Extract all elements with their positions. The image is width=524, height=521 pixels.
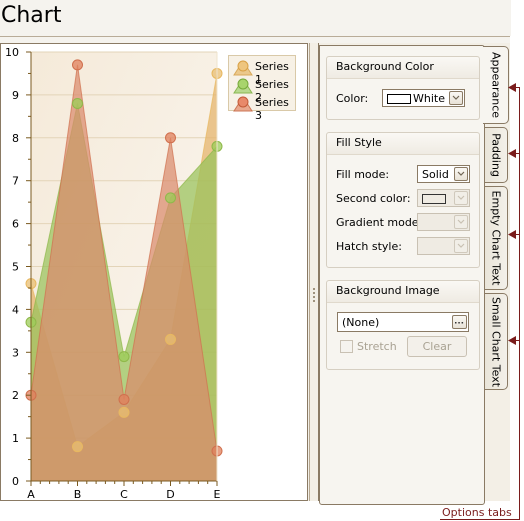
ellipsis-icon [455,322,464,324]
y-tick-label: 7 [12,175,19,188]
chevron-down-icon [457,171,465,176]
second-color-combo[interactable] [417,189,470,207]
arrow-left-icon [508,83,516,92]
y-tick-label: 5 [12,261,19,274]
series-2-point [165,192,176,204]
background-image-field[interactable]: (None) [337,312,469,332]
fill-mode-combo[interactable]: Solid [417,165,470,183]
arrow-left-icon [508,230,516,239]
x-tick-label: D [166,488,174,501]
stretch-label: Stretch [357,340,397,353]
chevron-down-icon [457,219,465,224]
series-3-point [72,59,83,71]
y-tick-label: 1 [12,432,19,445]
y-tick-label: 4 [12,303,19,316]
gradient-mode-label: Gradient mode: [336,216,423,229]
series-1-point [118,406,130,418]
page-title: Chart [0,0,511,36]
hatch-style-combo[interactable] [417,237,470,255]
tab-label: Appearance [489,51,502,119]
tab-small-chart-text[interactable]: Small Chart Text [484,293,508,390]
dropdown-button[interactable] [449,91,463,105]
series-1-point [72,441,83,453]
gradient-mode-combo[interactable] [417,213,470,231]
y-tick-label: 0 [12,475,19,488]
series-3-marker-icon [233,96,253,112]
x-tick-label: E [214,488,221,501]
x-tick-label: C [120,488,128,501]
series-2-point [72,97,83,109]
tab-label: Empty Chart Text [489,190,502,286]
series-1-point [165,333,176,345]
series-1-marker-icon [233,60,253,76]
color-combo[interactable]: White [382,89,465,107]
tab-padding[interactable]: Padding [484,127,508,183]
color-swatch [387,94,411,104]
series-3-point [165,132,176,144]
series-3-point [118,393,130,405]
chevron-down-icon [457,195,465,200]
x-tick-label: B [74,488,82,501]
x-tick-label: A [27,488,35,501]
series-2-marker-icon [233,78,253,94]
color-swatch [422,194,446,204]
chevron-down-icon [457,243,465,248]
y-tick-label: 9 [12,89,19,102]
tab-label: Padding [489,133,502,177]
fill-mode-value: Solid [422,168,449,181]
image-value: (None) [342,316,380,329]
callout-line [440,519,520,520]
callout-line [519,87,520,520]
group-header: Fill Style [327,133,479,155]
group-header: Background Color [327,57,479,79]
color-label: Color: [336,92,369,105]
legend-item-series-2: Series 2 [233,76,295,104]
dropdown-button[interactable] [454,191,468,205]
second-color-label: Second color: [336,192,411,205]
browse-button[interactable] [452,315,467,329]
splitter-grip-icon [313,288,315,304]
clear-button[interactable]: Clear [407,336,467,357]
arrow-left-icon [508,336,516,345]
legend-item-series-3: Series 3 [233,94,295,122]
fill-mode-label: Fill mode: [336,168,390,181]
arrow-left-icon [508,149,516,158]
y-tick-label: 8 [12,132,19,145]
tab-appearance[interactable]: Appearance [483,46,509,124]
chevron-down-icon [452,95,460,100]
y-tick-label: 10 [5,46,19,59]
chart-legend: Series 1 Series 2 Series 3 [228,55,296,122]
y-tick-label: 3 [12,346,19,359]
dropdown-button[interactable] [454,167,468,181]
legend-label: Series 3 [255,96,289,122]
options-tabs-annotation: Options tabs [442,506,512,519]
color-value: White [413,92,445,105]
y-tick-label: 2 [12,389,19,402]
hatch-style-label: Hatch style: [336,240,402,253]
series-2-point [118,351,130,363]
dropdown-button[interactable] [454,239,468,253]
tab-empty-chart-text[interactable]: Empty Chart Text [484,186,508,290]
group-header: Background Image [327,281,479,303]
y-tick-label: 6 [12,218,19,231]
legend-item-series-1: Series 1 [233,58,295,86]
stretch-checkbox[interactable] [340,340,353,353]
background-color-group: Background Color [326,56,480,120]
tab-label: Small Chart Text [489,296,502,387]
dropdown-button[interactable] [454,215,468,229]
